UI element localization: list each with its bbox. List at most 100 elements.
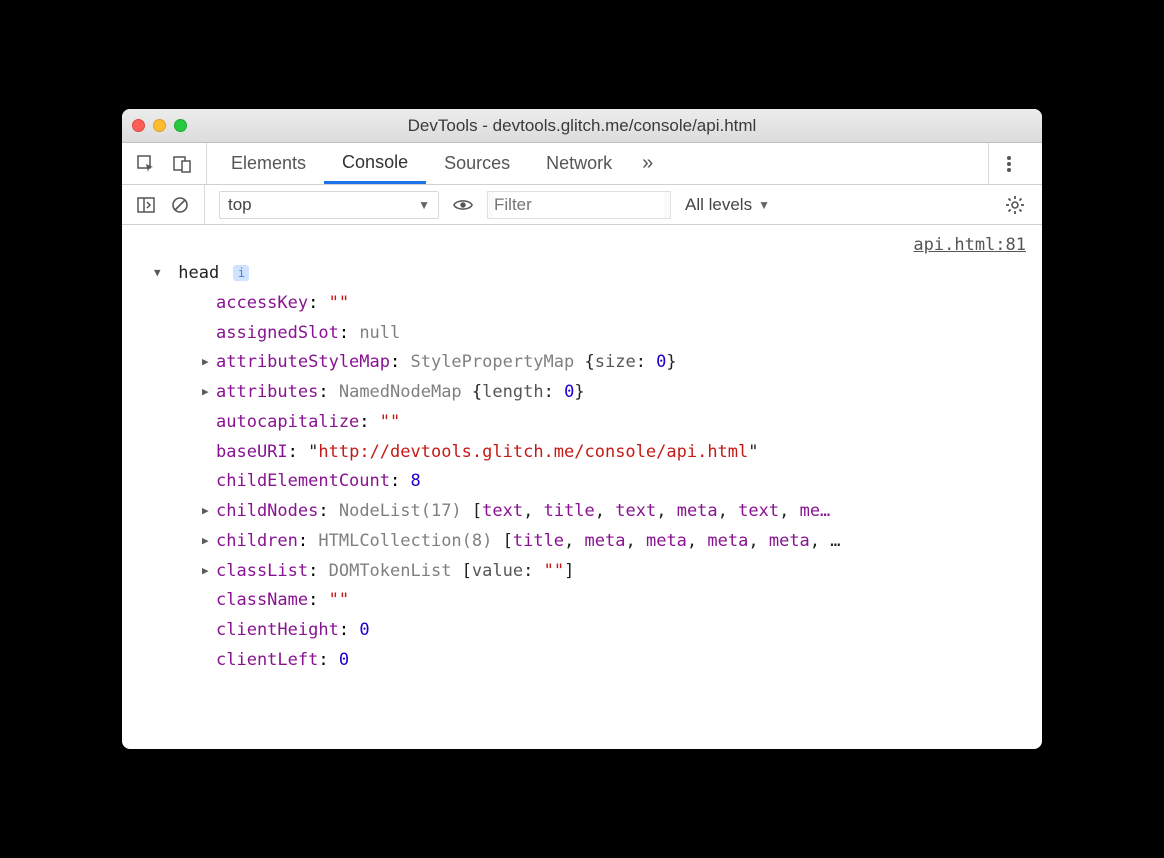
value-token: [ [462,561,472,581]
value-token: http://devtools.glitch.me/console/api.ht… [318,442,748,462]
devtools-window: DevTools - devtools.glitch.me/console/ap… [122,109,1042,749]
value-token: : [636,352,656,372]
property-key: attributes [216,382,318,402]
property-key: assignedSlot [216,323,339,343]
info-badge-icon[interactable]: i [233,265,249,281]
property-list: accessKey: "" assignedSlot: null attribute… [154,289,1028,676]
property-key: clientHeight [216,620,339,640]
value-token: null [359,323,400,343]
value-token: "" [329,590,349,610]
value-token: , … [810,531,841,551]
value-token: "" [380,412,400,432]
property-row[interactable]: children: HTMLCollection(8) [title, meta… [154,527,1028,557]
value-token: 0 [564,382,574,402]
property-row[interactable]: attributeStyleMap: StylePropertyMap {siz… [154,348,1028,378]
filter-input[interactable] [494,192,664,218]
value-token: DOMTokenList [329,561,462,581]
value-token: 8 [410,471,420,491]
disclosure-triangle-icon[interactable] [202,557,216,587]
chevron-down-icon: ▼ [758,198,770,212]
toggle-sidebar-icon[interactable] [136,195,156,215]
value-token: , [687,531,707,551]
property-key: attributeStyleMap [216,352,390,372]
tab-network[interactable]: Network [528,143,630,184]
property-row[interactable]: childNodes: NodeList(17) [text, title, t… [154,497,1028,527]
object-name: head [178,263,219,283]
value-token: me… [800,501,831,521]
value-token: title [544,501,595,521]
value-token: 0 [359,620,369,640]
property-row: baseURI: "http://devtools.glitch.me/cons… [154,438,1028,468]
value-token: { [584,352,594,372]
value-token: , [564,531,584,551]
disclosure-triangle-icon[interactable] [154,259,168,289]
value-token: 0 [339,650,349,670]
value-token: : [544,382,564,402]
kebab-menu-icon[interactable] [988,143,1028,184]
panel-tabs: Elements Console Sources Network [207,143,630,184]
console-output: api.html:81 head i accessKey: "" assigned… [122,225,1042,749]
value-token: , [523,501,543,521]
value-token: text [615,501,656,521]
titlebar: DevTools - devtools.glitch.me/console/ap… [122,109,1042,143]
property-key: accessKey [216,293,308,313]
property-row: childElementCount: 8 [154,467,1028,497]
object-header[interactable]: head i [154,259,1028,289]
property-row: clientLeft: 0 [154,646,1028,676]
device-toggle-icon[interactable] [172,154,192,174]
property-row: className: "" [154,586,1028,616]
value-token: NodeList(17) [339,501,472,521]
value-token: meta [646,531,687,551]
window-title: DevTools - devtools.glitch.me/console/ap… [122,116,1042,136]
value-token: 0 [656,352,666,372]
tabs-overflow-button[interactable]: » [630,143,665,184]
value-token: size [595,352,636,372]
chevron-down-icon: ▼ [418,198,430,212]
property-row[interactable]: attributes: NamedNodeMap {length: 0} [154,378,1028,408]
value-token: HTMLCollection(8) [318,531,502,551]
value-token: { [472,382,482,402]
window-minimize-button[interactable] [153,119,166,132]
logged-object: head i accessKey: "" assignedSlot: null at… [154,259,1028,676]
property-key: classList [216,561,308,581]
value-token: , [779,501,799,521]
property-row: clientHeight: 0 [154,616,1028,646]
tab-sources[interactable]: Sources [426,143,528,184]
property-key: baseURI [216,442,288,462]
property-row: autocapitalize: "" [154,408,1028,438]
value-token: " [308,442,318,462]
property-key: className [216,590,308,610]
value-token: [ [472,501,482,521]
disclosure-triangle-icon[interactable] [202,378,216,408]
property-key: clientLeft [216,650,318,670]
console-toolbar: top ▼ All levels ▼ [122,185,1042,225]
disclosure-triangle-icon[interactable] [202,497,216,527]
property-key: children [216,531,298,551]
clear-console-icon[interactable] [170,195,190,215]
value-token: } [666,352,676,372]
window-maximize-button[interactable] [174,119,187,132]
property-row: accessKey: "" [154,289,1028,319]
source-link[interactable]: api.html:81 [913,231,1026,261]
main-tab-bar: Elements Console Sources Network » [122,143,1042,185]
value-token: "" [544,561,564,581]
disclosure-triangle-icon[interactable] [202,527,216,557]
console-settings-icon[interactable] [1002,195,1028,215]
tab-elements[interactable]: Elements [213,143,324,184]
disclosure-triangle-icon[interactable] [202,348,216,378]
tab-console[interactable]: Console [324,143,426,184]
value-token: "" [329,293,349,313]
value-token: meta [769,531,810,551]
value-token: StylePropertyMap [410,352,584,372]
value-token: length [482,382,543,402]
context-selector[interactable]: top ▼ [219,191,439,219]
eye-icon[interactable] [453,195,473,215]
inspect-element-icon[interactable] [136,154,156,174]
context-value: top [228,195,252,215]
log-levels-selector[interactable]: All levels ▼ [685,195,770,215]
window-close-button[interactable] [132,119,145,132]
property-key: childNodes [216,501,318,521]
property-row[interactable]: classList: DOMTokenList [value: ""] [154,557,1028,587]
value-token: , [625,531,645,551]
value-token: [ [503,531,513,551]
